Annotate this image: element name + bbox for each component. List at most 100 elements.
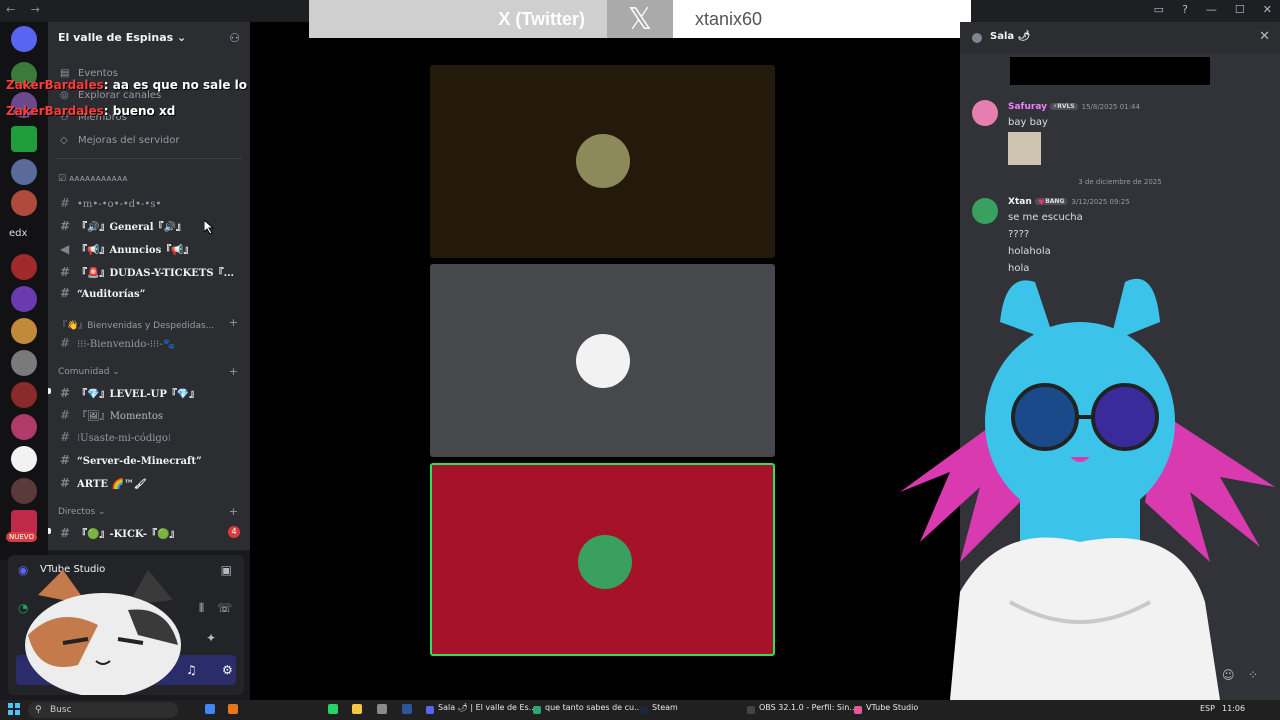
word-icon[interactable]: [402, 704, 412, 714]
close-icon[interactable]: ✕: [1259, 29, 1270, 44]
start-menu-icon[interactable]: [8, 703, 20, 715]
server-icon[interactable]: [11, 190, 37, 216]
category-header[interactable]: Directos ⌄: [58, 507, 106, 517]
taskbar-search[interactable]: ⚲ Busc: [28, 702, 178, 718]
app-icon[interactable]: [377, 704, 387, 714]
browser-icon[interactable]: [205, 704, 215, 714]
add-channel-icon[interactable]: +: [229, 505, 238, 518]
search-icon: ⚲: [35, 705, 42, 715]
server-icon[interactable]: [11, 350, 37, 376]
message-text: ????: [1008, 229, 1030, 240]
server-icon[interactable]: [11, 126, 37, 152]
add-member-icon[interactable]: ⚇: [229, 31, 240, 45]
hash-icon: #: [60, 526, 71, 540]
hash-icon: #: [60, 430, 71, 444]
embed-placeholder: [1010, 57, 1210, 85]
call-participant-tile[interactable]: [430, 264, 775, 457]
soundboard-icon[interactable]: ✦: [206, 631, 216, 645]
server-icon[interactable]: [11, 159, 37, 185]
x-logo-icon: 𝕏: [607, 0, 673, 38]
hash-icon: #: [60, 219, 71, 233]
call-participant-tile-speaking[interactable]: [430, 463, 775, 656]
overlay-chat-line: ZakerBardales: bueno xd: [6, 104, 176, 118]
channel-item-levelup[interactable]: # 『💎』LEVEL-UP『💎』: [60, 385, 199, 400]
cat-avatar-image: [25, 570, 181, 695]
inbox-icon[interactable]: ▭: [1154, 3, 1164, 16]
participant-avatar: [578, 535, 632, 589]
hash-icon: #: [60, 265, 71, 279]
channel-item-minecraft[interactable]: # “Server-de-Minecraft”: [60, 453, 202, 467]
hash-icon: #: [60, 476, 71, 490]
server-icon[interactable]: [11, 318, 37, 344]
server-name-header[interactable]: El valle de Espinas ⌄: [58, 31, 186, 44]
channel-item-creator-code[interactable]: # ⁝Usaste-mi-código⁝: [60, 430, 171, 444]
history-nav[interactable]: ← →: [6, 3, 46, 16]
clock[interactable]: 11:06: [1222, 704, 1245, 713]
vtuber-model-image: [900, 278, 1275, 700]
taskbar-app-obs[interactable]: OBS 32.1.0 - Perfil: Sin...: [747, 703, 857, 714]
channel-item-art[interactable]: # ARTE 🌈™🖌: [60, 476, 147, 490]
message-author[interactable]: Xtan 💗BANG 3/12/2025 09:25: [1008, 197, 1130, 207]
add-channel-icon[interactable]: +: [229, 365, 238, 378]
channel-sidebar: El valle de Espinas ⌄ ⚇ ▤ Eventos ◎ Explor…: [48, 22, 250, 550]
unread-indicator: [48, 528, 51, 534]
taskbar-app-discord[interactable]: Sala 🌶 | El valle de Es...: [426, 703, 536, 714]
whatsapp-icon[interactable]: [328, 704, 338, 714]
channel-item-general[interactable]: # 『🔊』General『🔊』: [60, 218, 186, 233]
call-participant-tile[interactable]: [430, 65, 775, 258]
channel-item-welcome[interactable]: # ⁝⁝⁝-Bienvenido-⁝⁝⁝-🐾: [60, 336, 175, 350]
firefox-icon[interactable]: [228, 704, 238, 714]
sticker-image[interactable]: [1008, 132, 1041, 165]
unread-indicator: [48, 388, 51, 394]
hash-icon: #: [60, 336, 71, 350]
help-icon[interactable]: ?: [1182, 3, 1188, 16]
message-timestamp: 3/12/2025 09:25: [1071, 198, 1130, 206]
server-icon[interactable]: [11, 446, 37, 472]
taskbar-app-browser[interactable]: que tanto sabes de cu...: [533, 703, 642, 714]
chat-header: Sala 🌶 ✕: [960, 22, 1280, 54]
noise-suppression-icon[interactable]: ⫴: [199, 601, 204, 616]
category-header[interactable]: ☑ ᴀᴀᴀᴀᴀᴀᴀᴀᴀᴀᴀ: [58, 174, 128, 184]
server-icon[interactable]: [11, 414, 37, 440]
server-boosts-item[interactable]: ◇ Mejoras del servidor: [60, 135, 180, 146]
participant-avatar: [576, 134, 630, 188]
server-icon[interactable]: [11, 254, 37, 280]
social-banner: X (Twitter) 𝕏 xtanix60: [309, 0, 971, 38]
avatar[interactable]: [972, 198, 998, 224]
discord-home-icon[interactable]: [11, 26, 37, 52]
server-edx-label[interactable]: edx: [9, 228, 27, 239]
message-text: bay bay: [1008, 117, 1048, 128]
channel-item-announcements[interactable]: ◀ 『📢』Anuncios『📢』: [60, 241, 194, 256]
channel-item-audits[interactable]: # “Auditorías”: [60, 286, 145, 300]
server-icon[interactable]: [11, 382, 37, 408]
server-icon[interactable]: [11, 286, 37, 312]
participant-avatar: [576, 334, 630, 388]
server-icon[interactable]: [11, 478, 37, 504]
message-author[interactable]: Safuray ⚡RVLS 15/8/2025 01:44: [1008, 102, 1140, 112]
hash-icon: #: [60, 196, 71, 210]
voice-panel: ◉ VTube Studio ▣ ◔ ⫴ ☏ ✦ ♫ ⚙: [8, 555, 326, 700]
stream-icon[interactable]: ▣: [221, 563, 232, 577]
taskbar-app-vtube-studio[interactable]: VTube Studio: [854, 703, 918, 714]
date-divider: 3 de diciembre de 2025: [1078, 178, 1162, 186]
category-header[interactable]: 『👋』Bienvenidas y Despedidas...: [58, 318, 214, 331]
file-explorer-icon[interactable]: [352, 704, 362, 714]
category-header[interactable]: Comunidad ⌄: [58, 367, 120, 377]
avatar[interactable]: [972, 100, 998, 126]
channel-item[interactable]: # •m•-•o•-•d•-•s•: [60, 196, 161, 210]
taskbar-app-steam[interactable]: Steam: [640, 703, 678, 714]
language-indicator[interactable]: ESP: [1200, 704, 1215, 713]
channel-item-tickets[interactable]: # 『🚨』DUDAS-Y-TICKETS『...: [60, 264, 234, 279]
maximize-icon[interactable]: ☐: [1235, 3, 1245, 16]
minimize-icon[interactable]: —: [1206, 3, 1217, 16]
banner-label: X (Twitter): [309, 0, 607, 38]
channel-item-moments[interactable]: # 『🖼』Momentos: [60, 407, 163, 422]
channel-item-kick[interactable]: # 『🟢』-KICK-『🟢』: [60, 525, 180, 540]
mouse-cursor-icon: [204, 220, 214, 234]
add-channel-icon[interactable]: +: [229, 316, 238, 329]
new-badge: NUEVO: [6, 532, 37, 542]
close-window-icon[interactable]: ✕: [1263, 3, 1272, 16]
clan-tag: 💗BANG: [1034, 198, 1068, 205]
gear-icon[interactable]: ⚙: [222, 663, 233, 677]
disconnect-icon[interactable]: ☏: [217, 601, 232, 615]
